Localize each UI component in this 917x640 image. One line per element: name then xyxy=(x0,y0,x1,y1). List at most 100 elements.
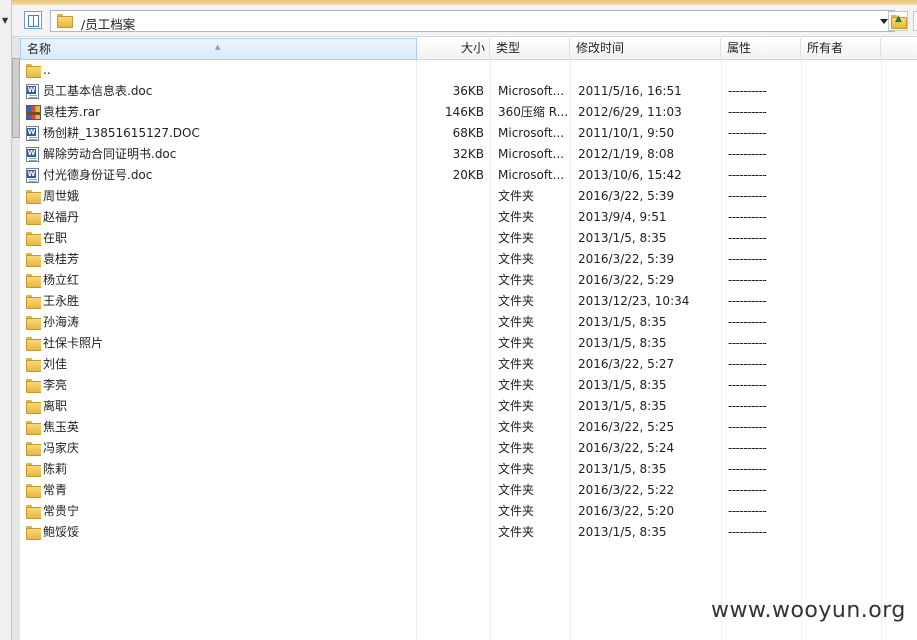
table-row[interactable]: 社保卡照片 文件夹 2013/1/5, 8:35 ---------- xyxy=(20,333,917,354)
file-size xyxy=(417,396,484,417)
file-attr: ---------- xyxy=(728,273,767,287)
file-type: 文件夹 xyxy=(498,399,535,413)
file-mtime: 2011/5/16, 16:51 xyxy=(578,84,682,98)
table-row[interactable]: .. xyxy=(20,60,917,81)
table-row[interactable]: 鲍馁馁 文件夹 2013/1/5, 8:35 ---------- xyxy=(20,522,917,543)
column-header-size[interactable]: 大小 xyxy=(417,38,490,60)
file-name: 付光德身份证号.doc xyxy=(43,168,153,182)
file-attr: ---------- xyxy=(728,84,767,98)
folder-icon xyxy=(26,274,41,288)
table-row[interactable]: 李亮 文件夹 2013/1/5, 8:35 ---------- xyxy=(20,375,917,396)
folder-icon xyxy=(26,358,41,372)
chevron-down-icon[interactable] xyxy=(880,19,888,24)
file-size xyxy=(417,60,484,81)
file-mtime: 2013/1/5, 8:35 xyxy=(578,315,667,329)
file-size xyxy=(417,438,484,459)
file-name: 在职 xyxy=(43,231,68,245)
folder-icon xyxy=(26,400,41,414)
column-header-type[interactable]: 类型 xyxy=(490,38,570,60)
collapse-arrow-icon[interactable]: ▼ xyxy=(2,16,8,25)
column-header-attr[interactable]: 属性 xyxy=(721,38,801,60)
table-row[interactable]: 王永胜 文件夹 2013/12/23, 10:34 ---------- xyxy=(20,291,917,312)
table-row[interactable]: 周世娥 文件夹 2016/3/22, 5:39 ---------- xyxy=(20,186,917,207)
folder-icon xyxy=(26,253,41,267)
file-name: 解除劳动合同证明书.doc xyxy=(43,147,177,161)
file-mtime: 2013/1/5, 8:35 xyxy=(578,336,667,350)
file-mtime: 2016/3/22, 5:20 xyxy=(578,504,675,518)
parent-folder-button[interactable]: ▲ xyxy=(888,11,908,31)
table-row[interactable]: 解除劳动合同证明书.doc 32KB Microsoft... 2012/1/19, … xyxy=(20,144,917,165)
file-size: 36KB xyxy=(452,84,484,98)
file-attr: ---------- xyxy=(728,336,767,350)
table-row[interactable]: 孙海涛 文件夹 2013/1/5, 8:35 ---------- xyxy=(20,312,917,333)
doc-icon xyxy=(26,126,39,141)
table-row[interactable]: 焦玉英 文件夹 2016/3/22, 5:25 ---------- xyxy=(20,417,917,438)
file-type: 文件夹 xyxy=(498,525,535,539)
file-type: 文件夹 xyxy=(498,252,535,266)
file-attr: ---------- xyxy=(728,252,767,266)
table-row[interactable]: 袁桂芳.rar 146KB 360压缩 R... 2012/6/29, 11:03 --… xyxy=(20,102,917,123)
file-size xyxy=(417,333,484,354)
file-mtime: 2016/3/22, 5:29 xyxy=(578,273,675,287)
file-attr: ---------- xyxy=(728,525,767,539)
file-mtime: 2013/1/5, 8:35 xyxy=(578,399,667,413)
table-row[interactable]: 刘佳 文件夹 2016/3/22, 5:27 ---------- xyxy=(20,354,917,375)
file-attr xyxy=(728,60,798,81)
table-row[interactable]: 常贵宁 文件夹 2016/3/22, 5:20 ---------- xyxy=(20,501,917,522)
rar-icon xyxy=(26,105,41,120)
file-size xyxy=(417,186,484,207)
folder-icon xyxy=(26,526,41,540)
column-header: ▲ 名称 大小 类型 修改时间 属性 所有者 xyxy=(20,38,917,60)
file-attr: ---------- xyxy=(728,420,767,434)
view-toggle-icon[interactable] xyxy=(24,11,42,29)
table-row[interactable]: 袁桂芳 文件夹 2016/3/22, 5:39 ---------- xyxy=(20,249,917,270)
table-row[interactable]: 付光德身份证号.doc 20KB Microsoft... 2013/10/6, 15… xyxy=(20,165,917,186)
file-attr: ---------- xyxy=(728,315,767,329)
file-name: 李亮 xyxy=(43,378,68,392)
table-row[interactable]: 员工基本信息表.doc 36KB Microsoft... 2011/5/16, 16… xyxy=(20,81,917,102)
left-panel-edge[interactable]: ▼ xyxy=(0,0,12,640)
table-row[interactable]: 杨立红 文件夹 2016/3/22, 5:29 ---------- xyxy=(20,270,917,291)
file-name: 袁桂芳 xyxy=(43,252,80,266)
folder-icon xyxy=(57,14,73,28)
file-type: Microsoft... xyxy=(498,168,565,182)
table-row[interactable]: 杨创耕_13851615127.DOC 68KB Microsoft... 2011/… xyxy=(20,123,917,144)
file-type: 文件夹 xyxy=(498,357,535,371)
file-size xyxy=(417,312,484,333)
path-input[interactable]: /员工档案 xyxy=(50,10,895,32)
table-row[interactable]: 赵福丹 文件夹 2013/9/4, 9:51 ---------- xyxy=(20,207,917,228)
file-type xyxy=(498,60,570,81)
file-attr: ---------- xyxy=(728,399,767,413)
file-attr: ---------- xyxy=(728,210,767,224)
file-size xyxy=(417,207,484,228)
file-mtime: 2012/1/19, 8:08 xyxy=(578,147,675,161)
table-row[interactable]: 冯家庆 文件夹 2016/3/22, 5:24 ---------- xyxy=(20,438,917,459)
file-size xyxy=(417,459,484,480)
up-arrow-icon: ▲ xyxy=(895,14,902,24)
file-size: 32KB xyxy=(452,147,484,161)
file-attr: ---------- xyxy=(728,105,767,119)
column-header-mtime[interactable]: 修改时间 xyxy=(570,38,721,60)
file-mtime: 2013/1/5, 8:35 xyxy=(578,378,667,392)
column-header-name[interactable]: ▲ 名称 xyxy=(20,38,417,60)
file-list: .. 员工基本信息表.doc 36KB Microsoft... 2011/5/16, … xyxy=(20,60,917,543)
file-mtime: 2016/3/22, 5:25 xyxy=(578,420,675,434)
file-name: 孙海涛 xyxy=(43,315,80,329)
file-attr: ---------- xyxy=(728,357,767,371)
file-attr: ---------- xyxy=(728,189,767,203)
left-scrollbar[interactable] xyxy=(12,36,20,640)
file-type: 文件夹 xyxy=(498,189,535,203)
table-row[interactable]: 陈莉 文件夹 2013/1/5, 8:35 ---------- xyxy=(20,459,917,480)
file-size xyxy=(417,522,484,543)
table-row[interactable]: 离职 文件夹 2013/1/5, 8:35 ---------- xyxy=(20,396,917,417)
scrollbar-thumb[interactable] xyxy=(12,58,20,138)
table-row[interactable]: 常青 文件夹 2016/3/22, 5:22 ---------- xyxy=(20,480,917,501)
folder-icon xyxy=(26,484,41,498)
doc-icon xyxy=(26,147,39,162)
file-name: 社保卡照片 xyxy=(43,336,104,350)
folder-icon xyxy=(26,442,41,456)
side-toolbar-button[interactable] xyxy=(913,11,917,31)
table-row[interactable]: 在职 文件夹 2013/1/5, 8:35 ---------- xyxy=(20,228,917,249)
column-header-owner[interactable]: 所有者 xyxy=(801,38,881,60)
file-size: 68KB xyxy=(452,126,484,140)
